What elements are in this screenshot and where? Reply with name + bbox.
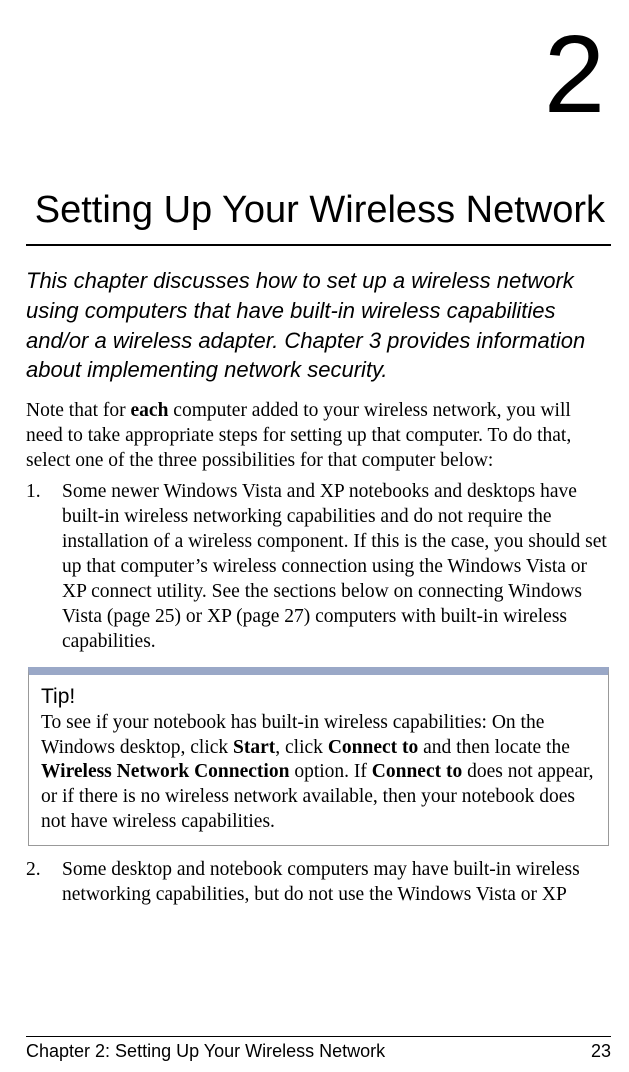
tip-body: To see if your notebook has built-in wir…	[41, 711, 596, 836]
tip-text: and then locate the	[418, 737, 570, 758]
list-item: 1. Some newer Windows Vista and XP noteb…	[26, 480, 611, 655]
list-item: 2. Some desktop and notebook computers m…	[26, 858, 611, 908]
steps-list-continued: 2. Some desktop and notebook computers m…	[26, 858, 611, 908]
tip-bold: Start	[233, 737, 275, 758]
steps-list: 1. Some newer Windows Vista and XP noteb…	[26, 480, 611, 655]
chapter-title: Setting Up Your Wireless Network	[26, 185, 611, 246]
note-paragraph: Note that for each computer added to you…	[26, 399, 611, 474]
tip-bold: Connect to	[372, 761, 462, 782]
note-before: Note that for	[26, 400, 131, 421]
list-body: Some newer Windows Vista and XP notebook…	[62, 480, 611, 655]
tip-bold: Connect to	[328, 737, 418, 758]
list-number: 1.	[26, 480, 62, 655]
footer-page-number: 23	[591, 1041, 611, 1062]
list-body: Some desktop and notebook computers may …	[62, 858, 611, 908]
footer-chapter-label: Chapter 2: Setting Up Your Wireless Netw…	[26, 1041, 385, 1062]
chapter-intro: This chapter discusses how to set up a w…	[26, 266, 611, 385]
page-footer: Chapter 2: Setting Up Your Wireless Netw…	[26, 1036, 611, 1062]
note-bold: each	[131, 400, 169, 421]
list-number: 2.	[26, 858, 62, 908]
tip-bold: Wireless Network Connection	[41, 761, 289, 782]
tip-box: Tip! To see if your notebook has built-i…	[28, 667, 609, 847]
tip-text: option. If	[289, 761, 371, 782]
tip-text: , click	[275, 737, 328, 758]
tip-heading: Tip!	[41, 685, 596, 709]
chapter-number: 2	[26, 20, 611, 130]
